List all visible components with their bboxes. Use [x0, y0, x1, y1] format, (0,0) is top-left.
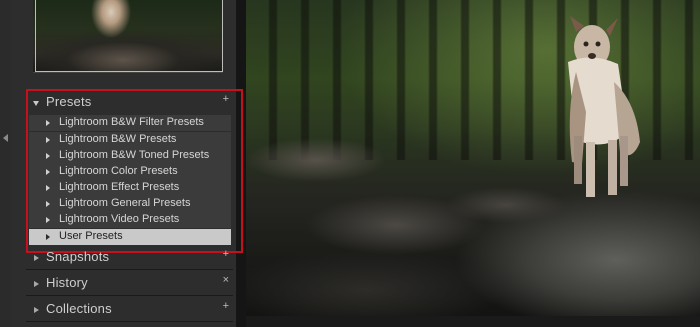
presets-highlight-outline [26, 89, 243, 253]
history-panel-header[interactable]: History × [26, 273, 233, 295]
triangle-right-icon[interactable] [34, 255, 39, 261]
main-photo-preview [246, 0, 700, 316]
history-panel-title: History [46, 275, 88, 290]
collections-panel-header[interactable]: Collections + [26, 299, 233, 321]
panel-divider [26, 269, 233, 270]
navigator-view-rectangle[interactable] [35, 0, 223, 72]
clear-history-icon[interactable]: × [223, 274, 229, 286]
collapse-left-panel-icon[interactable] [3, 134, 8, 142]
collections-panel-title: Collections [46, 301, 112, 316]
navigator-preview[interactable] [33, 0, 223, 73]
triangle-right-icon[interactable] [34, 307, 39, 313]
panel-divider [26, 321, 233, 322]
add-collection-icon[interactable]: + [223, 300, 229, 312]
add-snapshot-icon[interactable]: + [223, 248, 229, 260]
snapshots-panel-header[interactable]: Snapshots + [26, 247, 233, 269]
left-panel-edge[interactable] [0, 0, 11, 327]
filmstrip-edge [246, 316, 700, 327]
snapshots-panel-title: Snapshots [46, 249, 110, 264]
dog-figure [568, 16, 640, 197]
triangle-right-icon[interactable] [34, 281, 39, 287]
panel-divider [26, 295, 233, 296]
